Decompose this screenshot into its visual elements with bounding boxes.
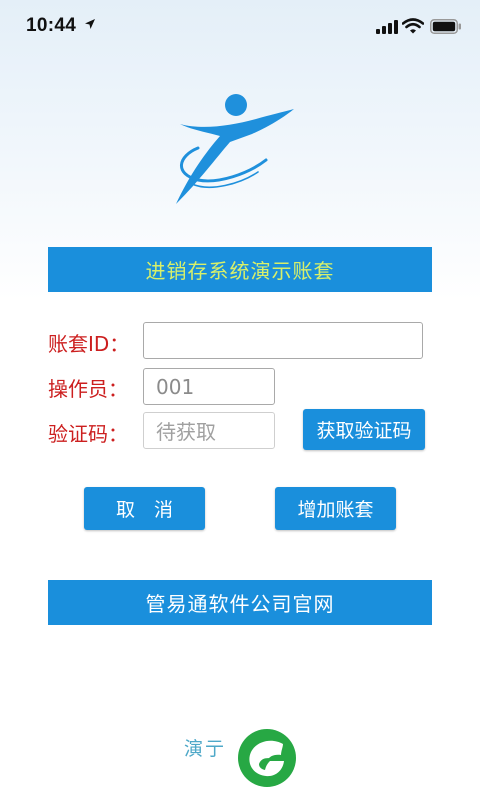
verification-code-input[interactable]: 待获取 [143, 412, 275, 449]
battery-icon [430, 19, 461, 34]
add-account-button[interactable]: 增加账套 [275, 487, 396, 530]
wifi-icon [402, 18, 424, 34]
operator-label: 操作员： [48, 377, 128, 401]
operator-input[interactable]: 001 [143, 368, 275, 405]
location-arrow-icon [85, 19, 95, 29]
verification-code-label: 验证码： [48, 422, 128, 446]
account-id-label: 账套ID： [48, 332, 130, 356]
app-logo [176, 94, 294, 204]
footer-text: 演亍 [184, 738, 227, 760]
page-title: 进销存系统演示账套 [48, 247, 432, 292]
status-bar: 10:44 [0, 0, 480, 52]
signal-icon [376, 20, 398, 34]
brand-leaf-icon [238, 729, 296, 787]
status-time: 10:44 [26, 15, 77, 36]
official-website-link[interactable]: 管易通软件公司官网 [48, 580, 432, 625]
get-verification-code-button[interactable]: 获取验证码 [303, 409, 425, 450]
account-id-input[interactable] [143, 322, 423, 359]
cancel-button[interactable]: 取 消 [84, 487, 205, 530]
